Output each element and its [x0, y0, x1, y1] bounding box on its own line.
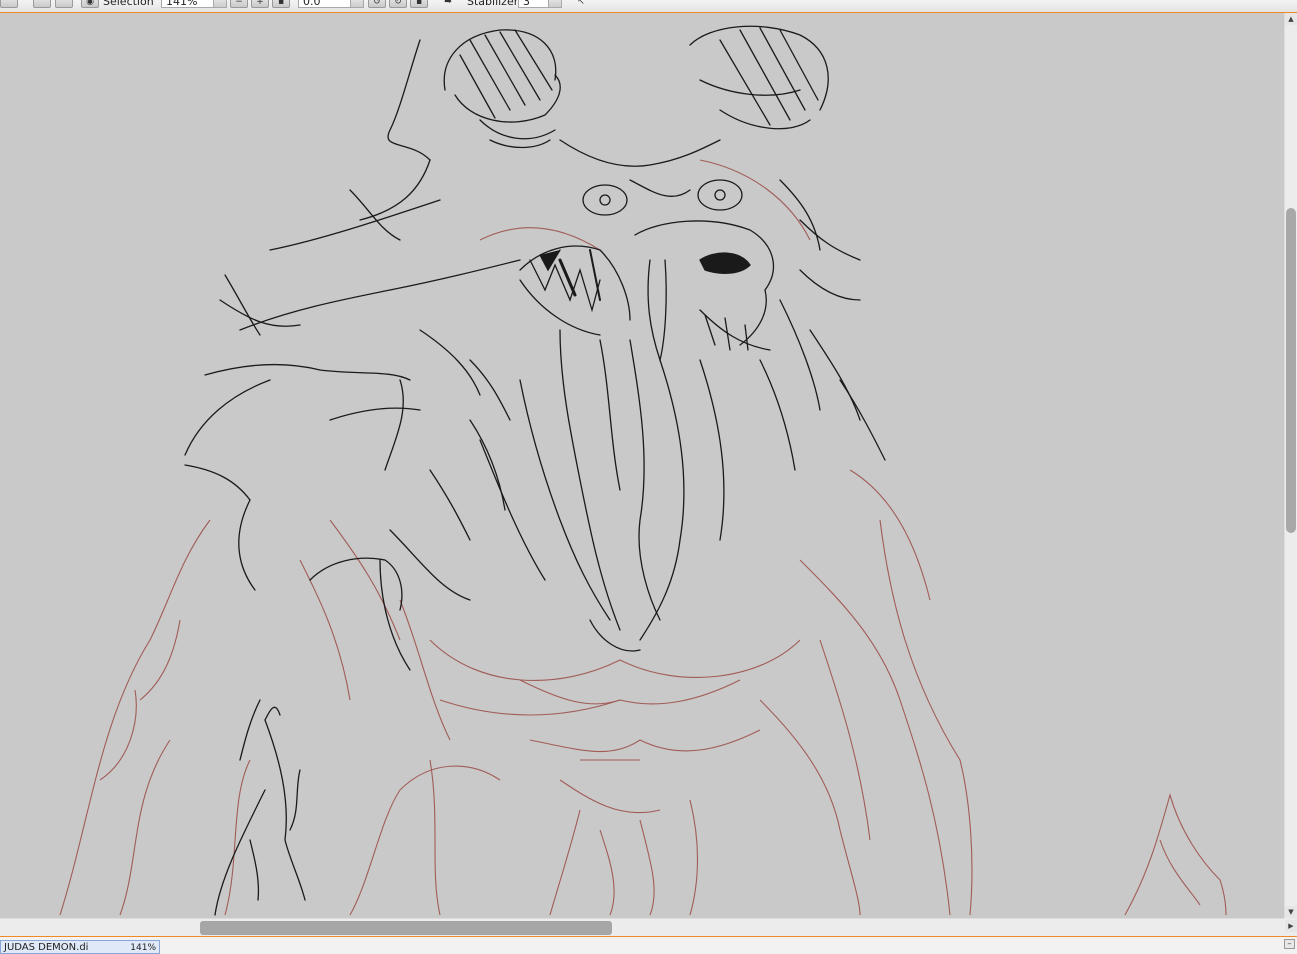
- horizontal-scroll-thumb[interactable]: [200, 921, 612, 935]
- rotate-reset-button[interactable]: ▪: [410, 0, 428, 8]
- toolbar-button-2[interactable]: [33, 0, 51, 8]
- rotate-left-icon[interactable]: ↺: [368, 0, 386, 8]
- document-tab[interactable]: JUDAS DEMON.di 141%: [0, 940, 160, 954]
- rotation-value: 0.0: [303, 0, 321, 8]
- top-toolbar: ◉ Selection 141% − + ▪ 0.0 ↺ ↻ ▪ ➡ Stabi…: [0, 0, 1297, 13]
- toolbar-button-3[interactable]: [55, 0, 73, 8]
- stabilizer-dropdown-icon[interactable]: [548, 0, 561, 7]
- document-tab-bar: JUDAS DEMON.di 141% –: [0, 936, 1297, 954]
- horizontal-scrollbar[interactable]: [0, 918, 1284, 936]
- artwork-lineart: [0, 13, 1284, 918]
- scrollbar-corner: ▶: [1284, 918, 1297, 936]
- document-tab-zoom: 141%: [130, 943, 156, 953]
- scroll-up-icon[interactable]: ▲: [1285, 13, 1297, 25]
- zoom-out-button[interactable]: −: [230, 0, 248, 8]
- document-tab-title: JUDAS DEMON.di: [4, 942, 89, 953]
- flip-horizontal-icon[interactable]: ➡: [439, 0, 457, 8]
- zoom-in-button[interactable]: +: [251, 0, 269, 8]
- zoom-fit-button[interactable]: ▪: [272, 0, 290, 8]
- drawing-canvas[interactable]: [0, 13, 1284, 918]
- selection-mode-icon[interactable]: ◉: [81, 0, 99, 8]
- stabilizer-label: Stabilizer: [467, 0, 519, 8]
- zoom-dropdown-icon[interactable]: [213, 0, 226, 7]
- toolbar-button-1[interactable]: [0, 0, 18, 8]
- zoom-select[interactable]: 141%: [161, 0, 227, 8]
- tab-menu-icon[interactable]: –: [1284, 939, 1295, 949]
- vertical-scrollbar[interactable]: ▲ ▼: [1284, 13, 1297, 918]
- stabilizer-select[interactable]: 3: [518, 0, 562, 8]
- pen-tool-icon[interactable]: ↖: [572, 0, 590, 8]
- scroll-right-icon[interactable]: ▶: [1285, 920, 1297, 932]
- rotate-right-icon[interactable]: ↻: [389, 0, 407, 8]
- vertical-scroll-thumb[interactable]: [1286, 208, 1296, 533]
- scroll-down-icon[interactable]: ▼: [1285, 906, 1297, 918]
- zoom-value: 141%: [166, 0, 198, 8]
- rotation-select[interactable]: 0.0: [298, 0, 364, 8]
- selection-label: Selection: [103, 0, 154, 8]
- stabilizer-value: 3: [523, 0, 530, 8]
- rotation-dropdown-icon[interactable]: [350, 0, 363, 7]
